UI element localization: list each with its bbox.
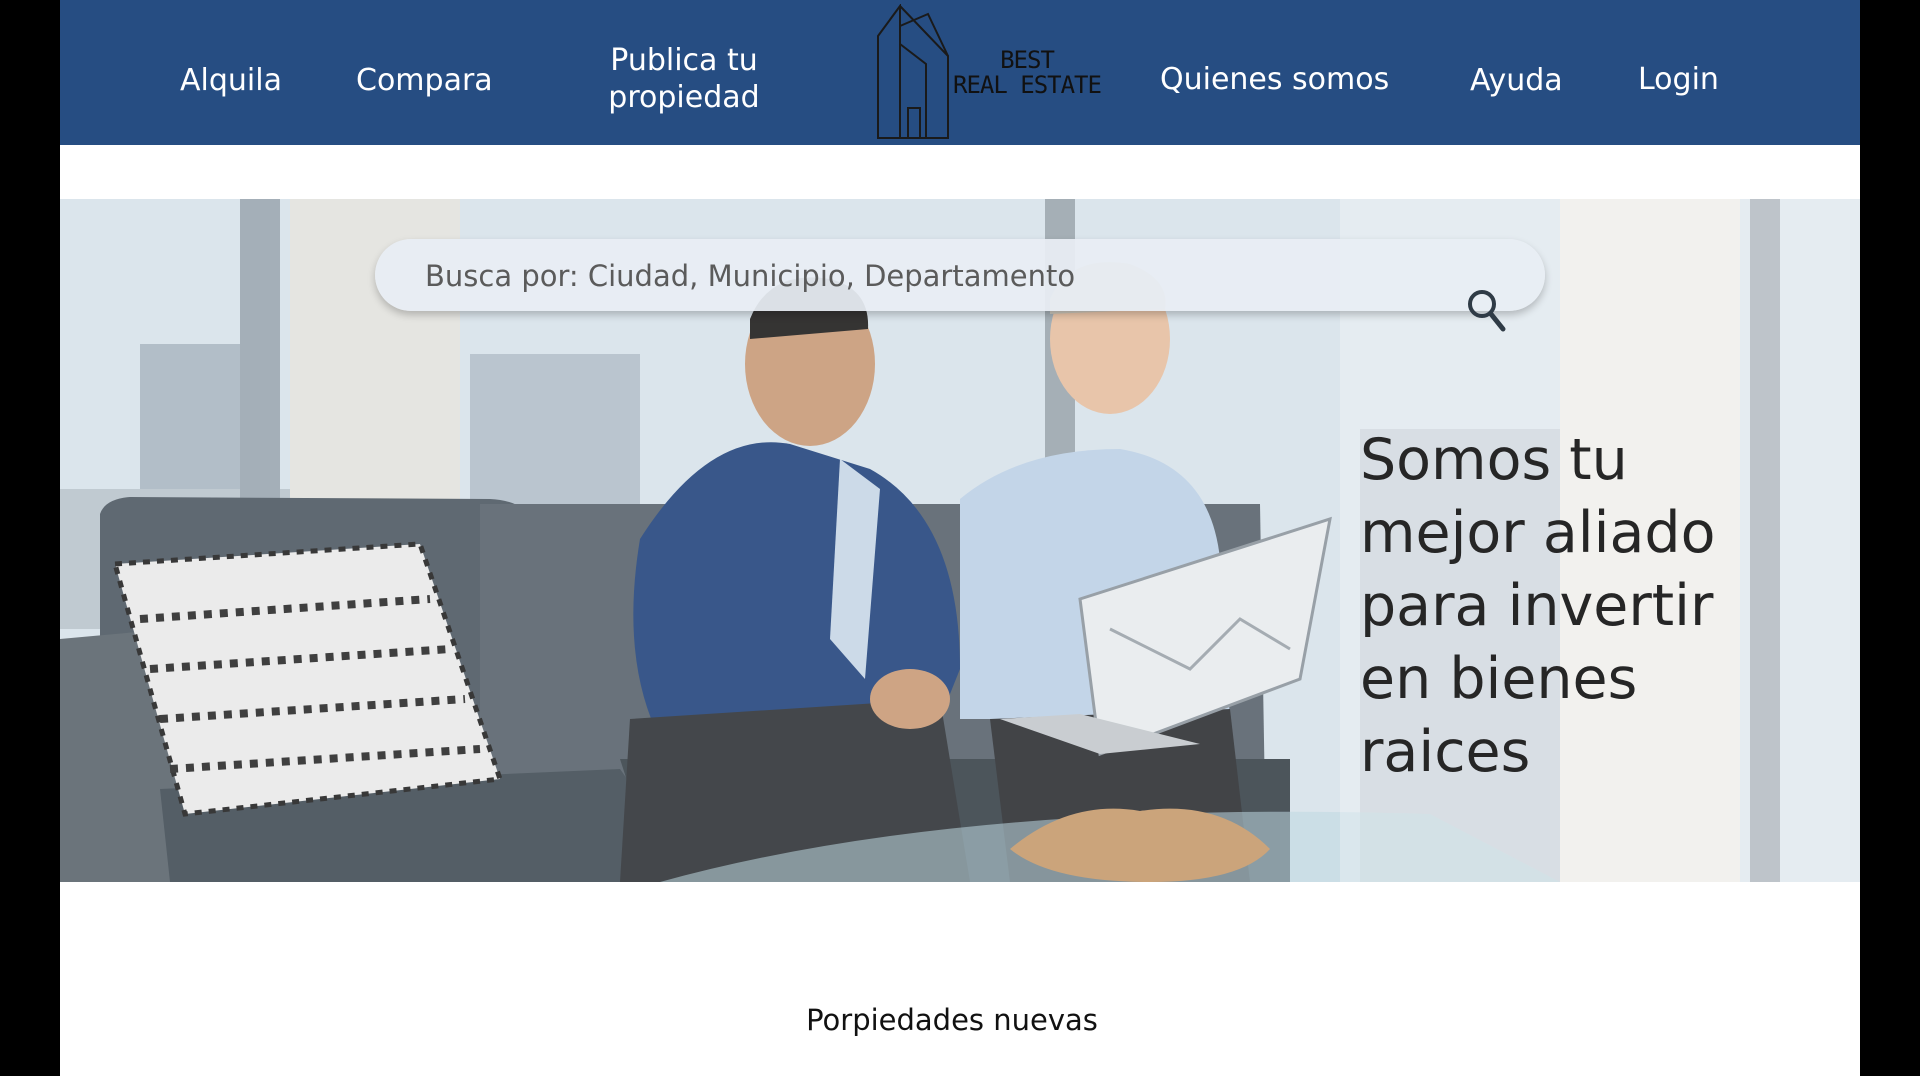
search-input[interactable] [423,239,1467,313]
house-outline-icon [877,4,949,139]
search-icon[interactable] [1465,287,1509,335]
brand-logo[interactable]: BEST REAL ESTATE [814,0,1128,145]
nav-alquila[interactable]: Alquila [180,62,282,99]
hero-tagline: Somos tu mejor aliado para invertir en b… [1360,427,1716,785]
logo-wordmark: BEST REAL ESTATE [952,48,1102,98]
nav-publica-tu-propiedad[interactable]: Publica tu propiedad [548,42,820,116]
nav-compara[interactable]: Compara [356,62,493,99]
top-navbar: Alquila Compara Publica tu propiedad BES… [60,0,1860,145]
section-title-new-properties: Porpiedades nuevas [806,1003,1098,1037]
page: Alquila Compara Publica tu propiedad BES… [60,0,1860,1076]
nav-login[interactable]: Login [1638,61,1719,98]
nav-quienes-somos[interactable]: Quienes somos [1160,61,1389,98]
hero-banner: Somos tu mejor aliado para invertir en b… [60,199,1860,882]
logo-line-2: REAL ESTATE [953,71,1102,99]
logo-line-1: BEST [1000,46,1055,74]
nav-ayuda[interactable]: Ayuda [1470,62,1563,99]
search-bar [375,239,1545,332]
